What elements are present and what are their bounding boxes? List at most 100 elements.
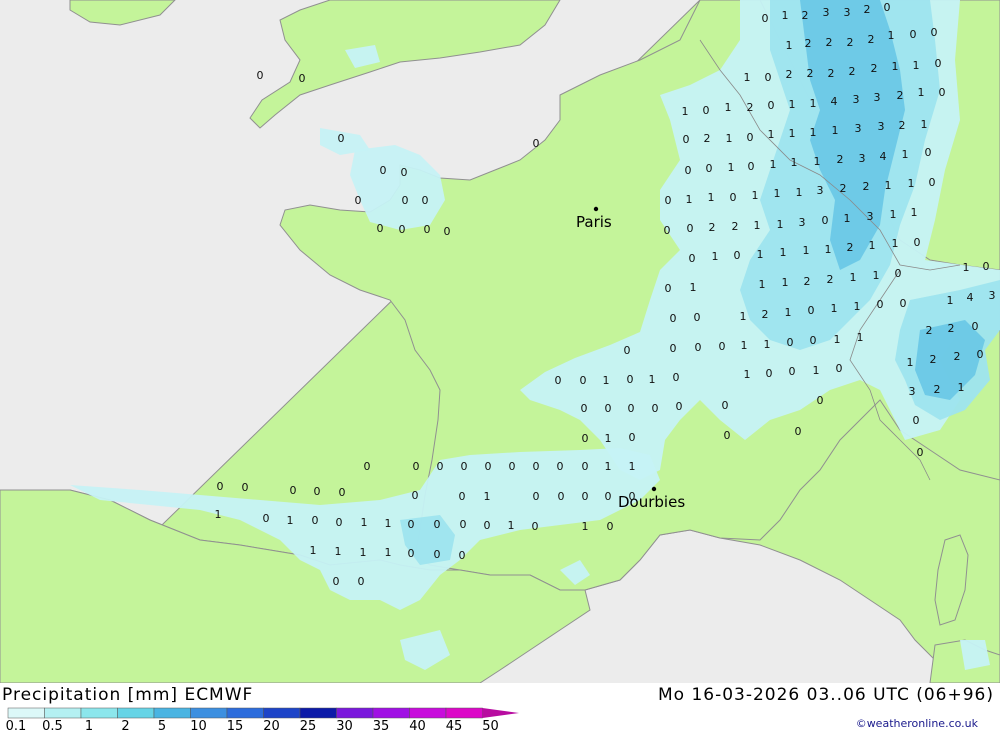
precip-value-label: 0: [399, 223, 406, 236]
precip-value-label: 1: [911, 206, 918, 219]
precip-value-label: 0: [533, 460, 540, 473]
legend-label: 10: [190, 719, 207, 734]
precip-value-label: 1: [947, 294, 954, 307]
precip-value-label: 2: [747, 101, 754, 114]
precip-value-label: 0: [605, 490, 612, 503]
precip-value-label: 0: [652, 402, 659, 415]
precip-value-label: 0: [900, 297, 907, 310]
legend-label: 15: [226, 719, 244, 734]
precip-value-label: 1: [782, 9, 789, 22]
legend-label: 40: [409, 719, 426, 734]
precip-value-label: 1: [582, 520, 589, 533]
precip-value-label: 1: [310, 544, 317, 557]
precip-value-label: 1: [857, 331, 864, 344]
precip-value-label: 0: [485, 460, 492, 473]
precip-value-label: 0: [314, 485, 321, 498]
precip-value-label: 1: [682, 105, 689, 118]
precip-value-label: 2: [802, 9, 809, 22]
precip-value-label: 0: [333, 575, 340, 588]
precip-value-label: 2: [804, 275, 811, 288]
precip-value-label: 0: [685, 164, 692, 177]
precip-value-label: 1: [907, 356, 914, 369]
precip-value-label: 0: [460, 518, 467, 531]
precip-value-label: 0: [762, 12, 769, 25]
precip-value-label: 0: [408, 547, 415, 560]
precip-value-label: 0: [789, 365, 796, 378]
precip-value-label: 1: [360, 546, 367, 559]
precip-value-label: 2: [954, 350, 961, 363]
precip-value-label: 1: [831, 302, 838, 315]
precip-value-label: 0: [263, 512, 270, 525]
legend-swatch: [190, 707, 228, 719]
precip-value-label: 1: [825, 243, 832, 256]
legend-label: 50: [482, 719, 499, 734]
precip-value-label: 0: [459, 549, 466, 562]
legend-swatch: [445, 707, 483, 719]
credit-link[interactable]: ©weatheronline.co.uk: [856, 717, 978, 730]
precip-value-label: 0: [673, 371, 680, 384]
precip-value-label: 0: [694, 311, 701, 324]
precip-value-label: 3: [859, 152, 866, 165]
precip-value-label: 0: [358, 575, 365, 588]
precip-value-label: 3: [855, 122, 862, 135]
precip-value-label: 1: [890, 208, 897, 221]
precip-value-label: 2: [807, 67, 814, 80]
precip-value-label: 0: [242, 481, 249, 494]
precip-value-label: 1: [834, 333, 841, 346]
precip-value-label: 0: [629, 490, 636, 503]
precip-value-label: 1: [725, 101, 732, 114]
precip-value-label: 0: [555, 374, 562, 387]
precip-value-label: 1: [770, 158, 777, 171]
precip-value-label: 0: [706, 162, 713, 175]
precip-value-label: 0: [664, 224, 671, 237]
precip-value-label: 0: [935, 57, 942, 70]
precip-value-label: 0: [581, 402, 588, 415]
precip-value-label: 0: [748, 160, 755, 173]
precip-area-corsica: [960, 640, 990, 670]
precip-value-label: 0: [412, 489, 419, 502]
precip-value-label: 0: [913, 414, 920, 427]
precip-value-label: 1: [888, 29, 895, 42]
precip-value-label: 1: [744, 368, 751, 381]
legend-label: 25: [299, 719, 317, 734]
precipitation-map[interactable]: Paris Dourbies 0123320122221001022222110…: [0, 0, 1000, 684]
precip-value-label: 0: [929, 176, 936, 189]
precip-value-label: 0: [877, 298, 884, 311]
precip-value-label: 1: [759, 278, 766, 291]
legend-label: 1: [84, 719, 94, 734]
precip-value-label: 1: [744, 71, 751, 84]
precip-value-label: 4: [880, 150, 887, 163]
precip-value-label: 2: [828, 67, 835, 80]
precip-value-label: 1: [757, 248, 764, 261]
precip-value-label: 0: [580, 374, 587, 387]
precip-value-label: 0: [665, 282, 672, 295]
precip-value-label: 1: [902, 148, 909, 161]
precip-value-label: 1: [850, 271, 857, 284]
legend-label: 20: [263, 719, 280, 734]
precip-value-label: 1: [385, 546, 392, 559]
precip-value-label: 0: [810, 334, 817, 347]
city-marker-dourbies[interactable]: [651, 486, 657, 492]
precip-value-label: 0: [355, 194, 362, 207]
precip-value-label: 0: [687, 222, 694, 235]
precip-value-label: 1: [361, 516, 368, 529]
legend-label: 2: [121, 719, 130, 734]
footer: Precipitation [mm] ECMWF Mo 16-03-2026 0…: [0, 683, 1000, 734]
precip-value-label: 1: [385, 517, 392, 530]
precip-value-label: 2: [762, 308, 769, 321]
precip-value-label: 0: [917, 446, 924, 459]
precip-value-label: 1: [768, 128, 775, 141]
precip-value-label: 1: [484, 490, 491, 503]
precip-value-label: 2: [864, 3, 871, 16]
precip-value-label: 1: [629, 460, 636, 473]
precip-value-label: 0: [461, 460, 468, 473]
precip-value-label: 0: [703, 104, 710, 117]
precip-value-label: 4: [967, 291, 974, 304]
precip-value-label: 1: [605, 460, 612, 473]
city-marker-paris[interactable]: [593, 206, 599, 212]
precip-value-label: 1: [774, 187, 781, 200]
legend-arrow: [482, 708, 519, 718]
precip-value-label: 1: [789, 98, 796, 111]
precip-value-label: 1: [780, 246, 787, 259]
precip-value-label: 1: [686, 193, 693, 206]
